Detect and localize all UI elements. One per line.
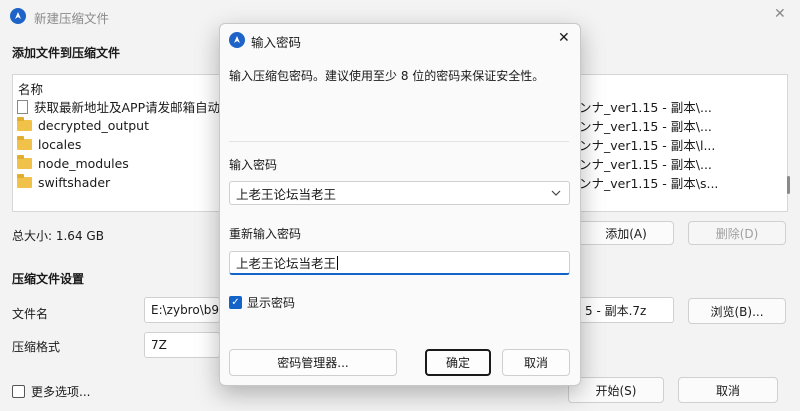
checkbox-unchecked-icon xyxy=(12,385,25,398)
format-value: 7Z xyxy=(151,338,167,352)
format-select[interactable]: 7Z xyxy=(144,332,220,358)
text-cursor xyxy=(337,255,339,270)
chevron-down-icon[interactable] xyxy=(551,190,561,196)
list-item-path: ンナ_ver1.15 - 副本\l... xyxy=(579,138,716,153)
browse-button[interactable]: 浏览(B)... xyxy=(688,298,786,324)
list-item[interactable]: node_modules xyxy=(17,154,129,173)
window-close-icon[interactable]: ✕ xyxy=(774,6,786,22)
filename-input-tail[interactable]: 5 - 副本.7z xyxy=(578,297,674,323)
list-item-path: ンナ_ver1.15 - 副本\... xyxy=(579,100,712,115)
add-button[interactable]: 添加(A) xyxy=(578,221,674,245)
folder-icon xyxy=(17,117,32,131)
list-item[interactable]: locales xyxy=(17,135,81,154)
dialog-close-icon[interactable]: ✕ xyxy=(558,30,570,46)
total-size: 总大小: 1.64 GB xyxy=(12,229,104,243)
list-header-name[interactable]: 名称 xyxy=(18,79,43,98)
dialog-description: 输入压缩包密码。建议使用至少 8 位的密码来保证安全性。 xyxy=(229,69,545,83)
delete-button[interactable]: 删除(D) xyxy=(688,221,786,245)
list-item[interactable]: swiftshader xyxy=(17,173,110,192)
list-item-path: ンナ_ver1.15 - 副本\... xyxy=(579,157,712,172)
list-item[interactable]: decrypted_output xyxy=(17,116,149,135)
list-item-path: ンナ_ver1.15 - 副本\s... xyxy=(579,176,719,191)
app-icon xyxy=(10,8,26,24)
more-options-checkbox[interactable]: 更多选项... xyxy=(12,383,90,400)
checkbox-checked-icon: ✓ xyxy=(229,296,242,309)
password-manager-button[interactable]: 密码管理器... xyxy=(229,349,397,376)
file-icon xyxy=(17,99,28,114)
password-input[interactable]: 上老王论坛当老王 xyxy=(229,181,570,205)
folder-icon xyxy=(17,136,32,150)
confirm-password-label: 重新输入密码 xyxy=(229,227,302,241)
dialog-app-icon xyxy=(229,32,245,48)
filename-label: 文件名 xyxy=(12,307,49,321)
dialog-cancel-button[interactable]: 取消 xyxy=(502,349,570,376)
folder-icon xyxy=(17,174,32,188)
dialog-titlebar: 输入密码 ✕ xyxy=(220,24,580,54)
folder-icon xyxy=(17,155,32,169)
more-options-label: 更多选项... xyxy=(31,385,91,399)
password-value: 上老王论坛当老王 xyxy=(236,186,337,202)
list-scrollbar[interactable] xyxy=(787,176,790,194)
ok-button[interactable]: 确定 xyxy=(425,349,491,376)
list-item-name: decrypted_output xyxy=(38,118,149,133)
show-password-label: 显示密码 xyxy=(247,296,296,310)
list-item[interactable]: 获取最新地址及APP请发邮箱自动 xyxy=(17,97,220,116)
section-settings: 压缩文件设置 xyxy=(12,272,85,286)
confirm-password-value: 上老王论坛当老王 xyxy=(236,256,337,271)
list-item-name: locales xyxy=(38,137,82,152)
password-dialog: 输入密码 ✕ 输入压缩包密码。建议使用至少 8 位的密码来保证安全性。 输入密码… xyxy=(219,23,581,386)
format-label: 压缩格式 xyxy=(12,340,61,354)
list-item-name: 获取最新地址及APP请发邮箱自动 xyxy=(34,100,221,115)
filename-input[interactable]: E:\zybro\b9. xyxy=(144,297,223,323)
main-cancel-button[interactable]: 取消 xyxy=(678,377,778,403)
window-title: 新建压缩文件 xyxy=(34,11,110,26)
show-password-checkbox[interactable]: ✓ 显示密码 xyxy=(229,294,295,311)
section-add-files: 添加文件到压缩文件 xyxy=(12,46,121,60)
confirm-password-input[interactable]: 上老王论坛当老王 xyxy=(229,251,570,275)
list-item-name: node_modules xyxy=(38,156,129,171)
dialog-title: 输入密码 xyxy=(251,35,302,50)
start-button[interactable]: 开始(S) xyxy=(568,377,664,403)
list-item-path: ンナ_ver1.15 - 副本\... xyxy=(579,119,712,134)
password-label: 输入密码 xyxy=(229,158,278,172)
filename-value: E:\zybro\b9. xyxy=(151,303,223,317)
dialog-divider xyxy=(229,141,569,142)
list-item-name: swiftshader xyxy=(38,175,111,190)
filename-value-tail: 5 - 副本.7z xyxy=(585,303,647,318)
